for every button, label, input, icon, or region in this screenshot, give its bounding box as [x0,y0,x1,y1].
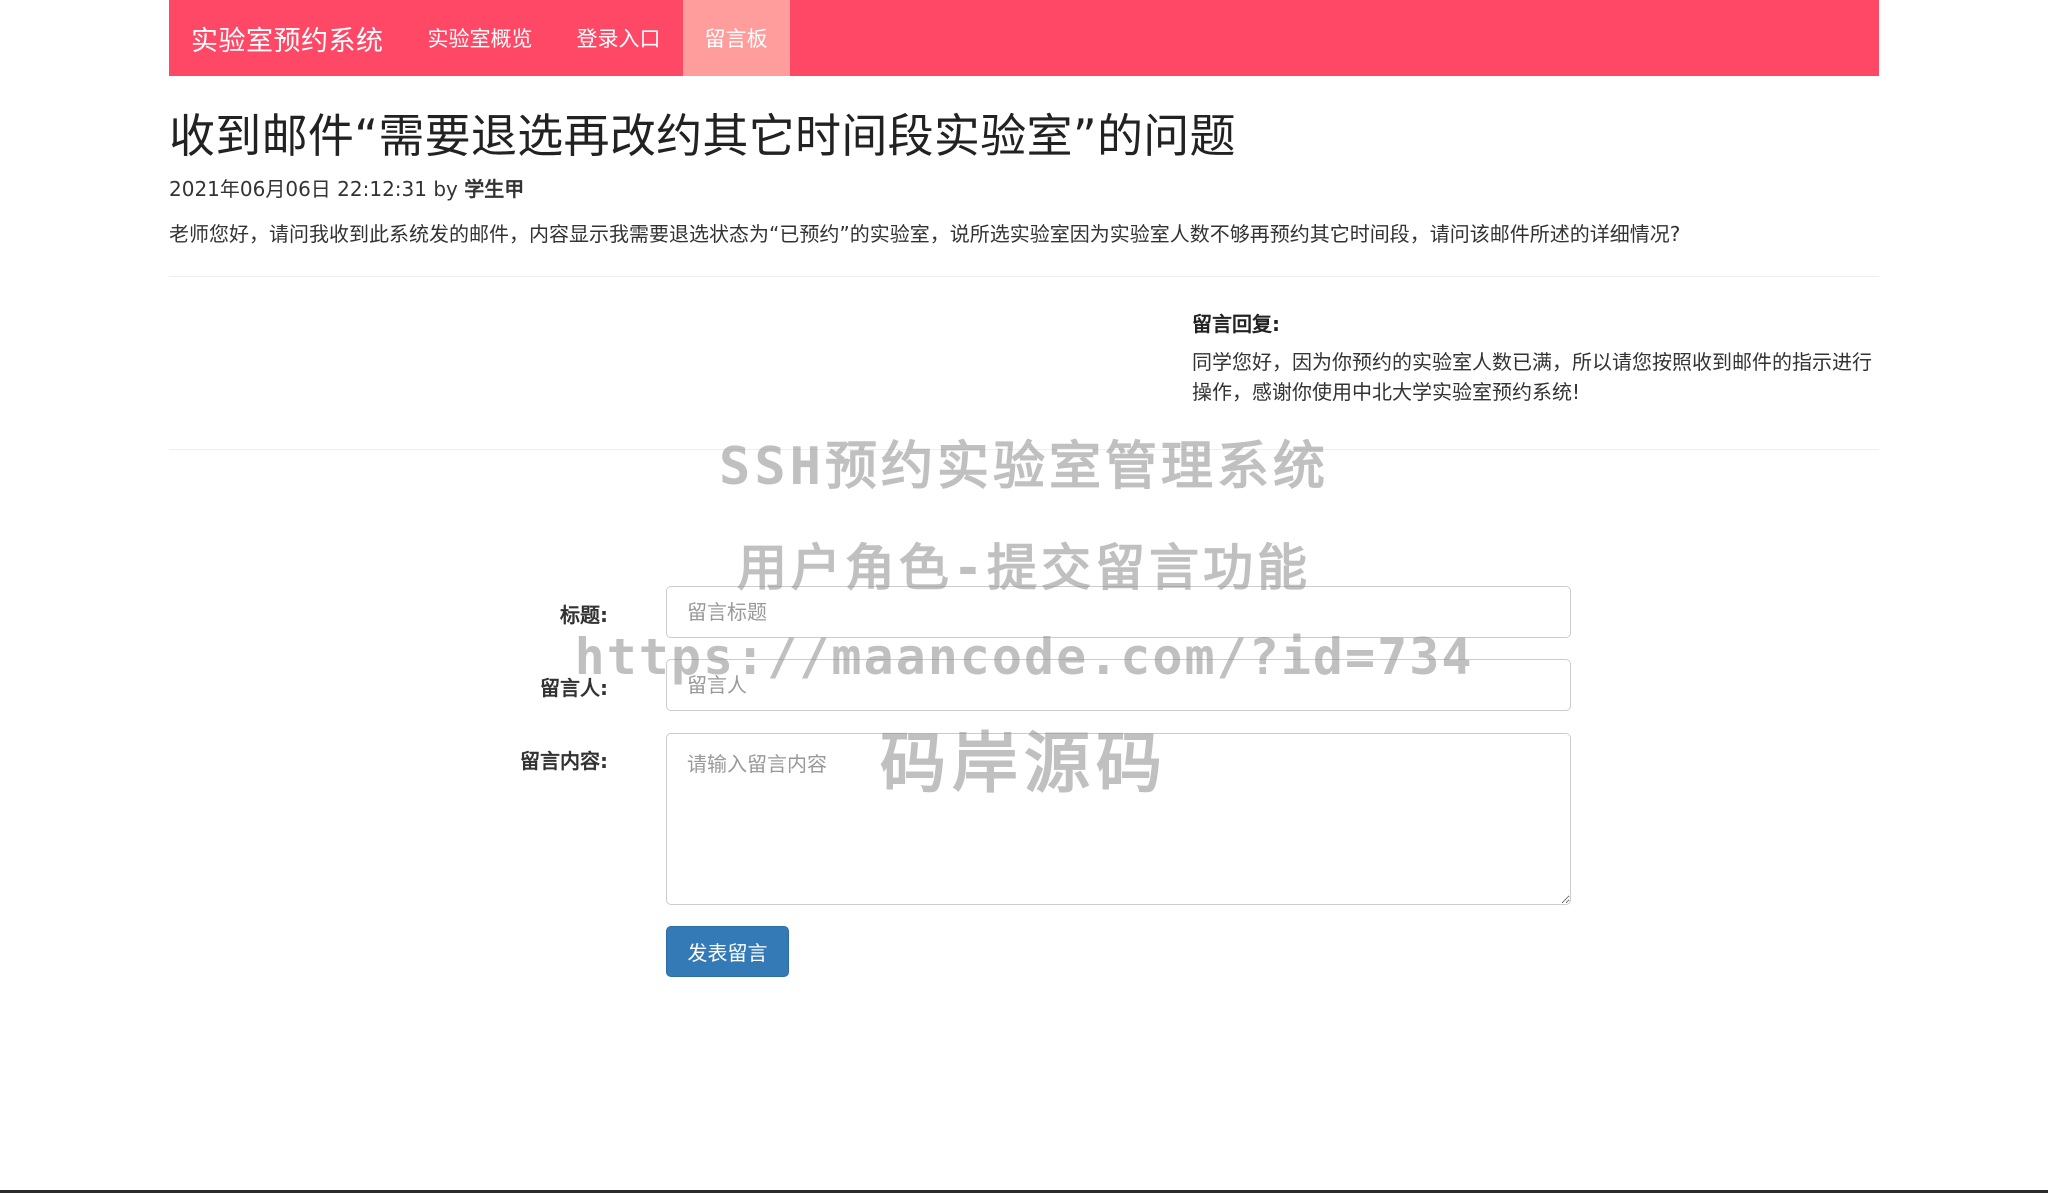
author-input[interactable] [666,659,1571,711]
reply-text: 同学您好，因为你预约的实验室人数已满，所以请您按照收到邮件的指示进行操作，感谢你… [1192,350,1872,404]
content-label: 留言内容: [520,749,608,773]
divider [169,276,1879,277]
submit-button[interactable]: 发表留言 [666,926,789,977]
reply-block: 留言回复: 同学您好，因为你预约的实验室人数已满，所以请您按照收到邮件的指示进行… [1192,308,1872,407]
navbar: 实验室预约系统 实验室概览 登录入口 留言板 [169,0,1879,76]
post-title: 收到邮件“需要退选再改约其它时间段实验室”的问题 [169,109,1236,163]
title-label: 标题: [560,603,608,627]
page: 实验室预约系统 实验室概览 登录入口 留言板 收到邮件“需要退选再改约其它时间段… [0,0,2048,1193]
nav-item-login[interactable]: 登录入口 [555,0,683,76]
post-datetime: 2021年06月06日 22:12:31 [169,177,427,201]
navbar-brand[interactable]: 实验室预约系统 [169,0,406,76]
nav-item-message-board[interactable]: 留言板 [682,0,790,76]
post-meta: 2021年06月06日 22:12:31 by 学生甲 [169,173,524,202]
watermark-line: SSH预约实验室管理系统 [719,437,1329,497]
post-content: 老师您好，请问我收到此系统发的邮件，内容显示我需要退选状态为“已预约”的实验室，… [169,222,1681,246]
post-author: 学生甲 [464,177,525,201]
reply-label: 留言回复: [1192,312,1280,336]
nav-item-lab-overview[interactable]: 实验室概览 [406,0,555,76]
title-input[interactable] [666,586,1571,638]
divider [169,449,1879,450]
author-label: 留言人: [540,676,608,700]
content-textarea[interactable] [666,733,1571,905]
post-by: by [433,177,458,201]
